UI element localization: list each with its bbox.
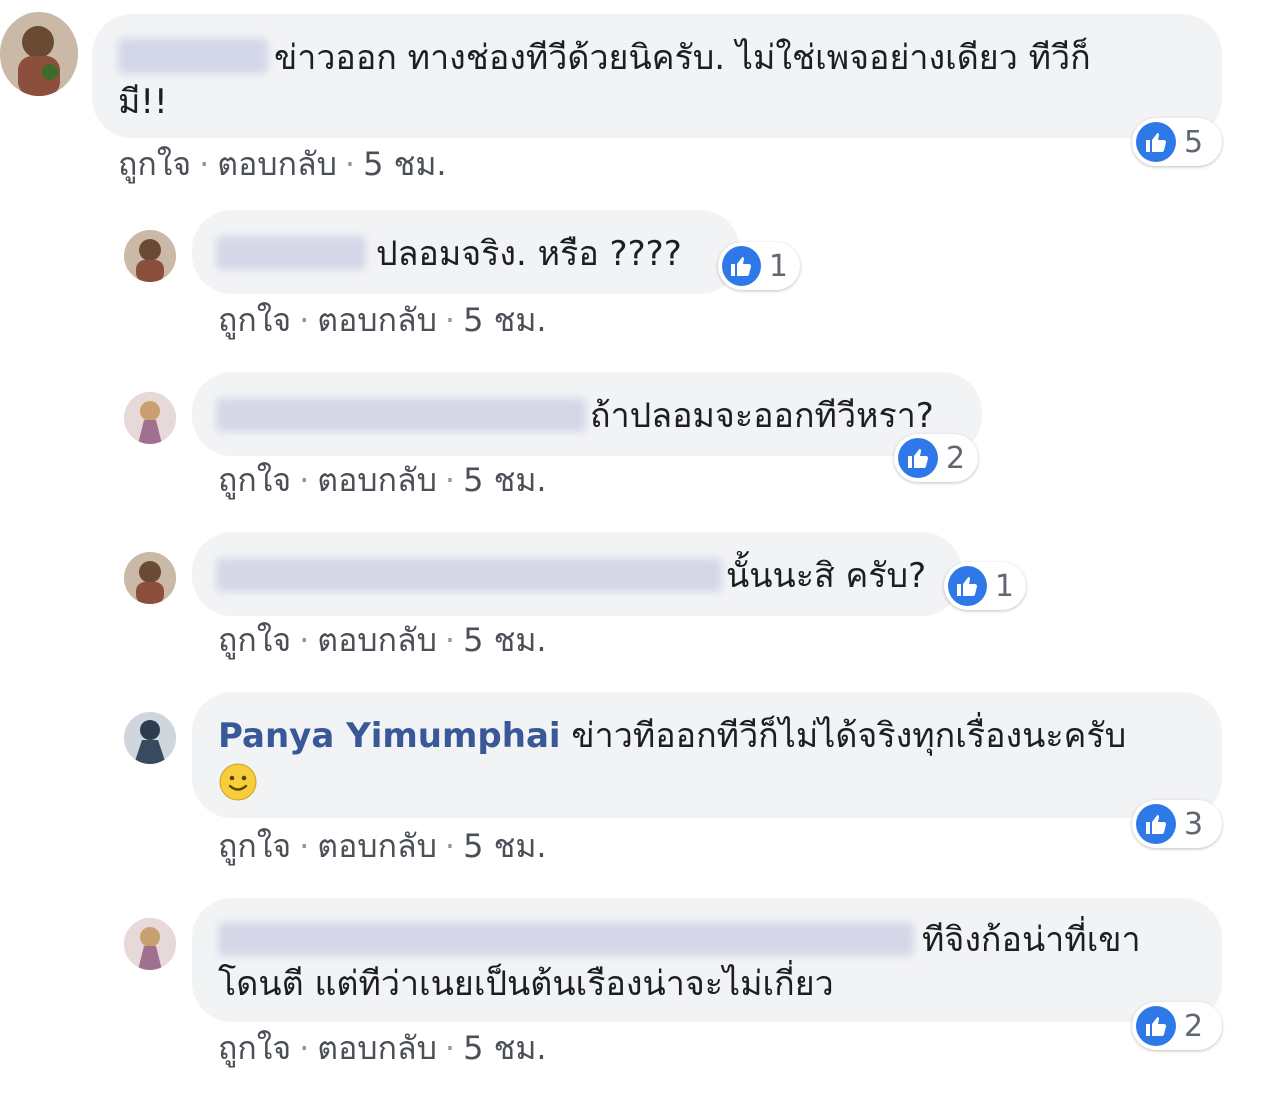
comment-text-line-2: โดนตี แต่ทีว่าเนยเป็นต้นเรืองน่าจะไม่เกี… xyxy=(218,964,834,1004)
reaction-count-badge[interactable]: 2 xyxy=(1132,1002,1222,1050)
separator-dot: · xyxy=(299,1029,310,1067)
comment-text-line-1: ทีจิงก้อน่าที่เขา xyxy=(922,920,1141,960)
blurred-author-name[interactable] xyxy=(218,922,914,956)
avatar-photo xyxy=(124,918,176,970)
timestamp[interactable]: 5 ชม. xyxy=(463,1029,547,1067)
like-link[interactable]: ถูกใจ xyxy=(218,1029,291,1067)
avatar[interactable] xyxy=(124,918,176,970)
comment-bubble: ทีจิงก้อน่าที่เขา โดนตี แต่ทีว่าเนยเป็นต… xyxy=(192,898,1222,1022)
comment-actions: ถูกใจ · ตอบกลับ · 5 ชม. xyxy=(218,1028,547,1068)
reply-link[interactable]: ตอบกลับ xyxy=(317,1029,437,1067)
reply-5: ทีจิงก้อน่าที่เขา โดนตี แต่ทีว่าเนยเป็นต… xyxy=(0,0,1280,1090)
reaction-count: 2 xyxy=(1184,1008,1204,1044)
like-icon xyxy=(1136,1006,1176,1046)
separator-dot: · xyxy=(444,1029,456,1067)
